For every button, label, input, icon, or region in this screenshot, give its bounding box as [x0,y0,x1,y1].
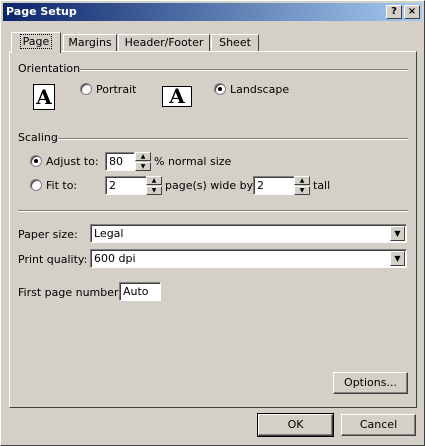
scaling-group-label: Scaling [18,131,58,144]
spin-down-icon[interactable]: ▼ [294,186,310,195]
spin-up-icon[interactable]: ▲ [146,176,162,185]
cancel-button[interactable]: Cancel [341,414,416,436]
adjust-percent-input[interactable]: 80 [105,152,135,171]
ok-button[interactable]: OK [257,413,334,437]
scaling-divider [54,138,408,140]
paper-divider [18,210,408,212]
spin-up-icon[interactable]: ▲ [135,152,151,161]
page-setup-dialog: Page Setup ? × Page Margins Header/Foote… [0,0,425,446]
fit-tall-spinner[interactable]: ▲ ▼ [294,176,310,195]
landscape-page-icon: A [162,86,192,107]
adjust-to-radio[interactable] [30,155,42,167]
fit-to-label[interactable]: Fit to: [46,179,77,192]
paper-size-select[interactable]: Legal ▼ [90,224,407,243]
orientation-divider [65,69,408,71]
landscape-radio[interactable] [214,83,226,95]
help-button[interactable]: ? [386,5,402,19]
print-quality-select[interactable]: 600 dpi ▼ [90,249,407,268]
first-page-number-input[interactable]: Auto [119,282,161,301]
print-quality-label: Print quality: [18,253,88,266]
fit-wide-spinner[interactable]: ▲ ▼ [146,176,162,195]
fit-tall-input[interactable]: 2 [253,176,295,195]
print-quality-value: 600 dpi [94,252,136,265]
tab-strip: Page Margins Header/Footer Sheet [11,32,421,53]
first-page-number-label: First page number: [18,286,123,299]
tab-margins[interactable]: Margins [63,34,117,52]
adjust-suffix: % normal size [154,155,232,168]
tab-sheet[interactable]: Sheet [211,34,259,52]
fit-wide-input[interactable]: 2 [105,176,147,195]
chevron-down-icon[interactable]: ▼ [390,226,405,241]
adjust-percent-spinner[interactable]: ▲ ▼ [135,152,151,171]
fit-tall-suffix: tall [313,179,331,192]
tab-header-footer[interactable]: Header/Footer [118,34,210,52]
window-title: Page Setup [6,5,77,18]
spin-down-icon[interactable]: ▼ [135,162,151,171]
spin-down-icon[interactable]: ▼ [146,186,162,195]
chevron-down-icon[interactable]: ▼ [390,251,405,266]
paper-size-value: Legal [94,227,124,240]
tab-page[interactable]: Page [11,32,61,53]
landscape-label[interactable]: Landscape [230,83,289,96]
portrait-radio[interactable] [80,83,92,95]
adjust-to-label[interactable]: Adjust to: [46,155,99,168]
portrait-page-icon: A [33,84,55,110]
page-tab-panel: Orientation A Portrait A Landscape Scali… [9,51,417,408]
orientation-group-label: Orientation [18,62,81,75]
fit-to-radio[interactable] [30,179,42,191]
portrait-label[interactable]: Portrait [96,83,136,96]
close-button[interactable]: × [404,5,420,19]
paper-size-label: Paper size: [18,228,78,241]
title-bar[interactable]: Page Setup ? × [3,3,422,21]
options-button[interactable]: Options... [333,372,408,394]
fit-wide-suffix: page(s) wide by [165,179,254,192]
spin-up-icon[interactable]: ▲ [294,176,310,185]
